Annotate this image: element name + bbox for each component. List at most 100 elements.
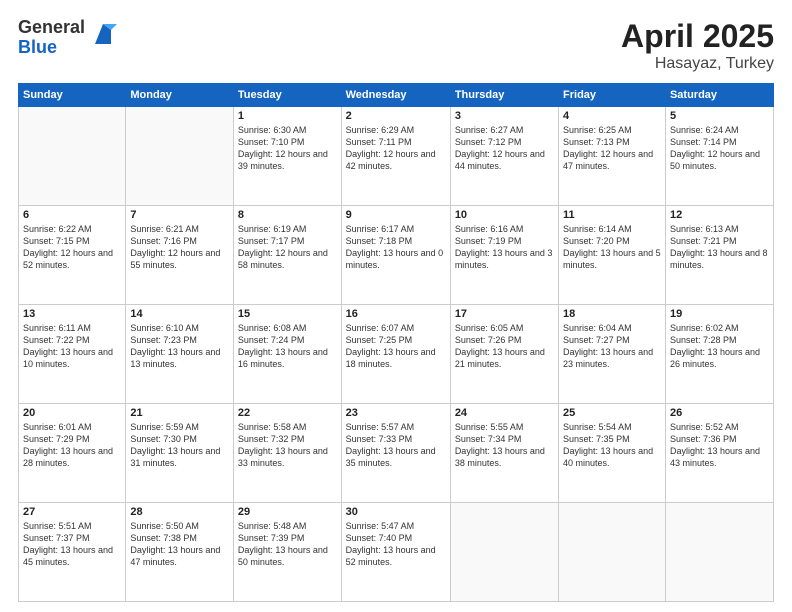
day-info: Sunrise: 5:52 AM Sunset: 7:36 PM Dayligh…: [670, 421, 769, 470]
day-number: 18: [563, 308, 661, 320]
day-number: 11: [563, 209, 661, 221]
day-info: Sunrise: 6:24 AM Sunset: 7:14 PM Dayligh…: [670, 124, 769, 173]
day-info: Sunrise: 6:10 AM Sunset: 7:23 PM Dayligh…: [130, 322, 229, 371]
col-header-thursday: Thursday: [450, 84, 558, 107]
title-month: April 2025: [621, 18, 774, 55]
calendar-cell: 15 Sunrise: 6:08 AM Sunset: 7:24 PM Dayli…: [233, 305, 341, 404]
logo: General Blue: [18, 18, 117, 58]
calendar-cell: [126, 107, 234, 206]
calendar-cell: 14 Sunrise: 6:10 AM Sunset: 7:23 PM Dayli…: [126, 305, 234, 404]
day-info: Sunrise: 6:21 AM Sunset: 7:16 PM Dayligh…: [130, 223, 229, 272]
week-row-2: 6 Sunrise: 6:22 AM Sunset: 7:15 PM Daylig…: [19, 206, 774, 305]
day-number: 7: [130, 209, 229, 221]
col-header-monday: Monday: [126, 84, 234, 107]
day-number: 13: [23, 308, 121, 320]
logo-icon: [89, 22, 117, 50]
calendar-cell: 12Sunrise: 6:13 AM Sunset: 7:21 PM Dayli…: [665, 206, 773, 305]
logo-general: General: [18, 18, 85, 38]
day-info: Sunrise: 5:59 AM Sunset: 7:30 PM Dayligh…: [130, 421, 229, 470]
calendar-cell: 21Sunrise: 5:59 AM Sunset: 7:30 PM Dayli…: [126, 404, 234, 503]
calendar-cell: 23Sunrise: 5:57 AM Sunset: 7:33 PM Dayli…: [341, 404, 450, 503]
calendar-cell: 9 Sunrise: 6:17 AM Sunset: 7:18 PM Daylig…: [341, 206, 450, 305]
calendar-cell: 25 Sunrise: 5:54 AM Sunset: 7:35 PM Dayli…: [559, 404, 666, 503]
day-info: Sunrise: 6:22 AM Sunset: 7:15 PM Dayligh…: [23, 223, 121, 272]
day-info: Sunrise: 5:50 AM Sunset: 7:38 PM Dayligh…: [130, 520, 229, 569]
day-info: Sunrise: 6:30 AM Sunset: 7:10 PM Dayligh…: [238, 124, 337, 173]
day-info: Sunrise: 6:16 AM Sunset: 7:19 PM Dayligh…: [455, 223, 554, 272]
col-header-wednesday: Wednesday: [341, 84, 450, 107]
calendar-cell: [450, 503, 558, 602]
day-number: 9: [346, 209, 446, 221]
calendar-cell: 3 Sunrise: 6:27 AM Sunset: 7:12 PM Daylig…: [450, 107, 558, 206]
calendar-cell: 1 Sunrise: 6:30 AM Sunset: 7:10 PM Daylig…: [233, 107, 341, 206]
calendar-cell: 5Sunrise: 6:24 AM Sunset: 7:14 PM Daylig…: [665, 107, 773, 206]
day-info: Sunrise: 6:04 AM Sunset: 7:27 PM Dayligh…: [563, 322, 661, 371]
day-number: 1: [238, 110, 337, 122]
week-row-3: 13 Sunrise: 6:11 AM Sunset: 7:22 PM Dayli…: [19, 305, 774, 404]
calendar-cell: 28 Sunrise: 5:50 AM Sunset: 7:38 PM Dayli…: [126, 503, 234, 602]
day-info: Sunrise: 6:11 AM Sunset: 7:22 PM Dayligh…: [23, 322, 121, 371]
day-info: Sunrise: 5:48 AM Sunset: 7:39 PM Dayligh…: [238, 520, 337, 569]
day-info: Sunrise: 6:07 AM Sunset: 7:25 PM Dayligh…: [346, 322, 446, 371]
header: General Blue April 2025 Hasayaz, Turkey: [18, 18, 774, 73]
day-number: 25: [563, 407, 661, 419]
day-number: 29: [238, 506, 337, 518]
calendar-cell: 7 Sunrise: 6:21 AM Sunset: 7:16 PM Daylig…: [126, 206, 234, 305]
day-info: Sunrise: 6:14 AM Sunset: 7:20 PM Dayligh…: [563, 223, 661, 272]
calendar-cell: 24Sunrise: 5:55 AM Sunset: 7:34 PM Dayli…: [450, 404, 558, 503]
day-number: 6: [23, 209, 121, 221]
calendar-cell: 10Sunrise: 6:16 AM Sunset: 7:19 PM Dayli…: [450, 206, 558, 305]
day-number: 19: [670, 308, 769, 320]
calendar-table: SundayMondayTuesdayWednesdayThursdayFrid…: [18, 83, 774, 602]
page: General Blue April 2025 Hasayaz, Turkey …: [0, 0, 792, 612]
calendar-cell: [559, 503, 666, 602]
week-row-1: 1 Sunrise: 6:30 AM Sunset: 7:10 PM Daylig…: [19, 107, 774, 206]
day-info: Sunrise: 6:02 AM Sunset: 7:28 PM Dayligh…: [670, 322, 769, 371]
day-number: 22: [238, 407, 337, 419]
calendar-cell: 29 Sunrise: 5:48 AM Sunset: 7:39 PM Dayli…: [233, 503, 341, 602]
calendar-cell: 18 Sunrise: 6:04 AM Sunset: 7:27 PM Dayli…: [559, 305, 666, 404]
day-number: 8: [238, 209, 337, 221]
calendar-cell: 11 Sunrise: 6:14 AM Sunset: 7:20 PM Dayli…: [559, 206, 666, 305]
col-header-tuesday: Tuesday: [233, 84, 341, 107]
day-number: 27: [23, 506, 121, 518]
day-info: Sunrise: 5:54 AM Sunset: 7:35 PM Dayligh…: [563, 421, 661, 470]
calendar-cell: 2 Sunrise: 6:29 AM Sunset: 7:11 PM Daylig…: [341, 107, 450, 206]
calendar-cell: 27 Sunrise: 5:51 AM Sunset: 7:37 PM Dayli…: [19, 503, 126, 602]
calendar-cell: 4Sunrise: 6:25 AM Sunset: 7:13 PM Daylig…: [559, 107, 666, 206]
calendar-cell: [19, 107, 126, 206]
day-number: 28: [130, 506, 229, 518]
day-number: 3: [455, 110, 554, 122]
day-number: 20: [23, 407, 121, 419]
col-header-saturday: Saturday: [665, 84, 773, 107]
day-number: 30: [346, 506, 446, 518]
day-info: Sunrise: 6:19 AM Sunset: 7:17 PM Dayligh…: [238, 223, 337, 272]
col-header-sunday: Sunday: [19, 84, 126, 107]
day-info: Sunrise: 6:27 AM Sunset: 7:12 PM Dayligh…: [455, 124, 554, 173]
calendar-cell: [665, 503, 773, 602]
day-number: 17: [455, 308, 554, 320]
logo-text: General Blue: [18, 18, 85, 58]
title-block: April 2025 Hasayaz, Turkey: [621, 18, 774, 73]
day-info: Sunrise: 6:01 AM Sunset: 7:29 PM Dayligh…: [23, 421, 121, 470]
day-number: 15: [238, 308, 337, 320]
day-number: 4: [563, 110, 661, 122]
logo-blue: Blue: [18, 38, 85, 58]
day-info: Sunrise: 6:08 AM Sunset: 7:24 PM Dayligh…: [238, 322, 337, 371]
day-number: 14: [130, 308, 229, 320]
day-info: Sunrise: 6:17 AM Sunset: 7:18 PM Dayligh…: [346, 223, 446, 272]
day-info: Sunrise: 5:58 AM Sunset: 7:32 PM Dayligh…: [238, 421, 337, 470]
day-info: Sunrise: 6:29 AM Sunset: 7:11 PM Dayligh…: [346, 124, 446, 173]
title-location: Hasayaz, Turkey: [621, 55, 774, 73]
calendar-cell: 26Sunrise: 5:52 AM Sunset: 7:36 PM Dayli…: [665, 404, 773, 503]
day-info: Sunrise: 5:51 AM Sunset: 7:37 PM Dayligh…: [23, 520, 121, 569]
col-header-friday: Friday: [559, 84, 666, 107]
calendar-cell: 19 Sunrise: 6:02 AM Sunset: 7:28 PM Dayli…: [665, 305, 773, 404]
week-row-4: 20 Sunrise: 6:01 AM Sunset: 7:29 PM Dayli…: [19, 404, 774, 503]
calendar-cell: 22 Sunrise: 5:58 AM Sunset: 7:32 PM Dayli…: [233, 404, 341, 503]
day-number: 2: [346, 110, 446, 122]
day-info: Sunrise: 5:57 AM Sunset: 7:33 PM Dayligh…: [346, 421, 446, 470]
day-info: Sunrise: 5:55 AM Sunset: 7:34 PM Dayligh…: [455, 421, 554, 470]
day-info: Sunrise: 5:47 AM Sunset: 7:40 PM Dayligh…: [346, 520, 446, 569]
calendar-cell: 17Sunrise: 6:05 AM Sunset: 7:26 PM Dayli…: [450, 305, 558, 404]
